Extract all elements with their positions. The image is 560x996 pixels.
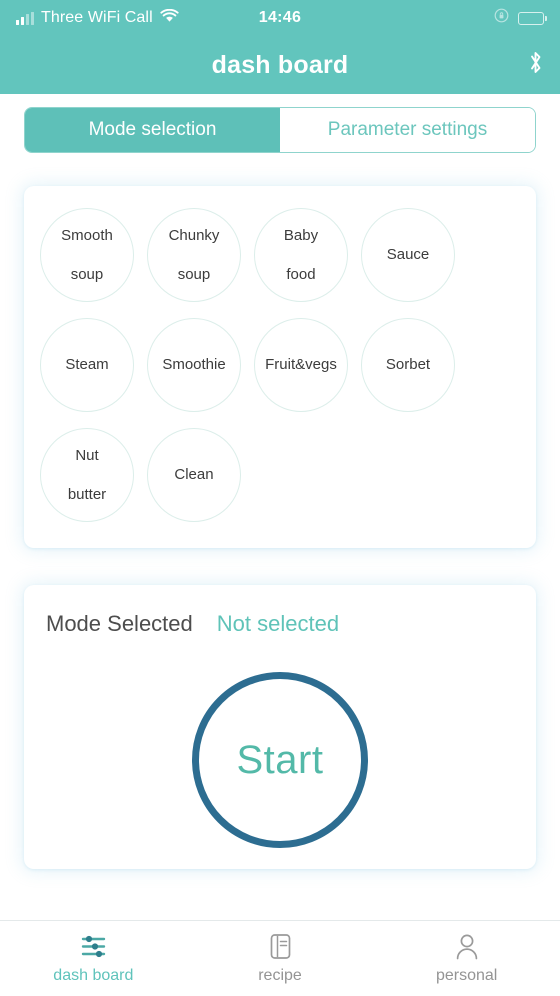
nav-label-personal: personal [435, 966, 498, 984]
mode-label-line1: Smooth [61, 227, 113, 245]
mode-label-line2: food [286, 265, 316, 283]
mode-button-baby-food[interactable]: Baby food [254, 208, 348, 302]
rotation-lock-icon [494, 8, 509, 28]
carrier-label: Three WiFi Call [41, 9, 153, 26]
mode-label-line2: soup [177, 265, 211, 283]
start-button[interactable]: Start [192, 672, 368, 848]
mode-selected-label: Mode Selected [46, 611, 193, 636]
mode-tab-group: Mode selection Parameter settings [24, 107, 536, 153]
mode-label: Steam [65, 356, 109, 374]
modes-grid: Smooth soup Chunky soup Baby food Sauce Ste… [40, 208, 520, 522]
mode-button-nut-butter[interactable]: Nut butter [40, 428, 134, 522]
mode-button-sauce[interactable]: Sauce [361, 208, 455, 302]
status-bar-right [494, 8, 547, 28]
bottom-nav: dash board recipe personal [0, 920, 560, 996]
mode-label: Smoothie [162, 356, 226, 374]
start-card: Mode Selected Not selected Start [24, 585, 536, 869]
nav-item-personal[interactable]: personal [373, 921, 560, 996]
mode-label-line1: Chunky [168, 227, 220, 245]
modes-card: Smooth soup Chunky soup Baby food Sauce Ste… [24, 186, 536, 548]
status-bar-left: Three WiFi Call [16, 8, 179, 28]
bluetooth-icon[interactable] [527, 50, 544, 81]
mode-label-line1: Baby [283, 227, 319, 245]
nav-item-dash-board[interactable]: dash board [0, 921, 187, 996]
cellular-signal-icon [16, 11, 34, 25]
mode-label: Sauce [386, 246, 430, 264]
page-title: dash board [211, 50, 349, 79]
mode-selected-row: Mode Selected Not selected [46, 611, 514, 637]
person-icon [454, 933, 480, 960]
wifi-icon [160, 8, 179, 28]
tab-mode-selection[interactable]: Mode selection [25, 108, 280, 152]
mode-button-steam[interactable]: Steam [40, 318, 134, 412]
mode-label-line2: soup [70, 265, 104, 283]
nav-label-recipe: recipe [258, 966, 302, 984]
mode-selected-value: Not selected [216, 611, 340, 636]
tab-parameter-settings[interactable]: Parameter settings [280, 108, 535, 152]
mode-button-fruit-and-vegs[interactable]: Fruit&vegs [254, 318, 348, 412]
mode-label-line1: Nut [75, 447, 99, 465]
nav-label-dash-board: dash board [53, 966, 134, 984]
status-bar: Three WiFi Call 14:46 [0, 0, 560, 36]
page-body: Mode selection Parameter settings Smooth… [0, 94, 560, 920]
app-header: dash board [0, 36, 560, 94]
mode-button-smoothie[interactable]: Smoothie [147, 318, 241, 412]
mode-label: Fruit&vegs [265, 356, 337, 374]
sliders-icon [80, 933, 107, 960]
notebook-icon [268, 933, 293, 960]
mode-button-smooth-soup[interactable]: Smooth soup [40, 208, 134, 302]
mode-label-line2: butter [67, 485, 107, 503]
nav-item-recipe[interactable]: recipe [187, 921, 374, 996]
mode-button-clean[interactable]: Clean [147, 428, 241, 522]
mode-label: Sorbet [385, 356, 431, 374]
battery-icon [518, 11, 547, 25]
mode-label: Clean [174, 466, 214, 484]
start-button-label: Start [236, 737, 324, 782]
mode-button-sorbet[interactable]: Sorbet [361, 318, 455, 412]
mode-button-chunky-soup[interactable]: Chunky soup [147, 208, 241, 302]
